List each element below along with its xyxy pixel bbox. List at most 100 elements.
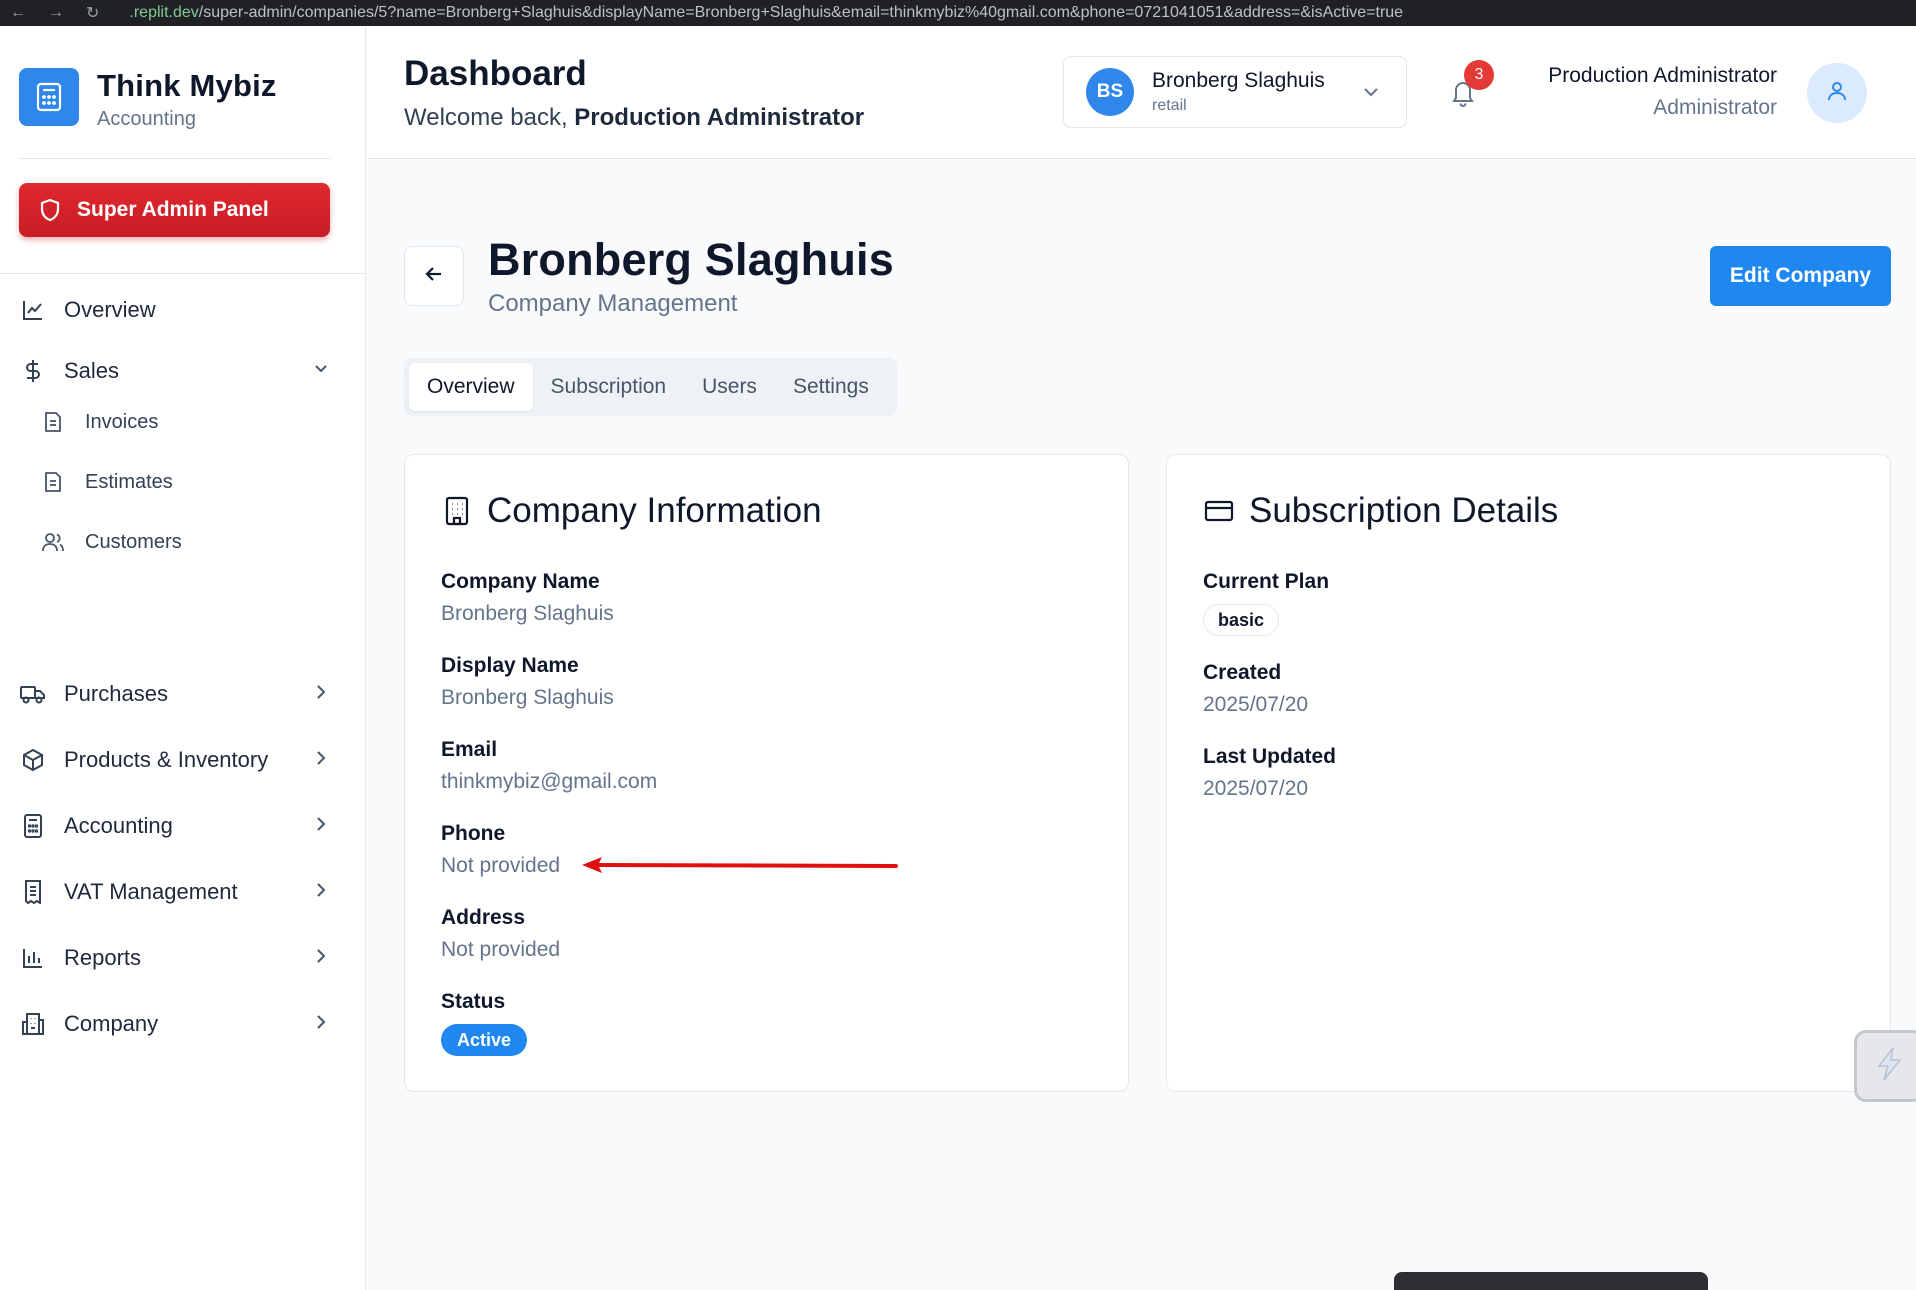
card-title: Company Information bbox=[441, 491, 822, 531]
calculator-logo-icon bbox=[19, 68, 79, 126]
lightning-icon bbox=[1869, 1044, 1909, 1089]
company-name-value: Bronberg Slaghuis bbox=[441, 602, 614, 625]
sidebar-item-label: Accounting bbox=[64, 813, 173, 838]
top-header: Dashboard Welcome back, Production Admin… bbox=[367, 26, 1916, 159]
sidebar-item-label: VAT Management bbox=[64, 879, 238, 904]
subscription-details-title: Subscription Details bbox=[1249, 491, 1559, 530]
page-header-title: Dashboard bbox=[404, 54, 587, 93]
super-admin-panel-label: Super Admin Panel bbox=[77, 198, 269, 221]
brand: Think Mybiz Accounting bbox=[19, 68, 277, 131]
divider bbox=[0, 273, 366, 274]
sidebar-item-label: Company bbox=[64, 1011, 159, 1036]
phone-value: Not provided bbox=[441, 854, 561, 877]
receipt-icon bbox=[19, 878, 47, 906]
field-label: Status bbox=[441, 990, 506, 1013]
card-title: Subscription Details bbox=[1203, 491, 1558, 531]
building-icon bbox=[19, 1010, 47, 1038]
chevron-down-icon bbox=[311, 359, 331, 379]
sidebar-item-label: Estimates bbox=[85, 470, 173, 493]
users-icon bbox=[40, 529, 66, 555]
tab-users[interactable]: Users bbox=[684, 363, 775, 411]
sidebar-item-customers[interactable]: Customers bbox=[40, 522, 330, 562]
company-information-card: Company Information Company Name Bronber… bbox=[404, 454, 1129, 1092]
company-information-title: Company Information bbox=[487, 491, 822, 530]
display-name-value: Bronberg Slaghuis bbox=[441, 686, 614, 709]
calculator-icon bbox=[19, 812, 47, 840]
tab-subscription[interactable]: Subscription bbox=[533, 363, 685, 411]
user-info: Production Administrator Administrator bbox=[1548, 64, 1777, 120]
sidebar-item-products-inventory[interactable]: Products & Inventory bbox=[19, 738, 331, 782]
field-label: Display Name bbox=[441, 654, 579, 677]
credit-card-icon bbox=[1203, 495, 1235, 527]
company-switcher-name: Bronberg Slaghuis bbox=[1152, 69, 1325, 92]
field-label: Email bbox=[441, 738, 498, 761]
bottom-toolbar bbox=[1394, 1272, 1708, 1290]
browser-address-bar: ← → ↻ .replit.dev/super-admin/companies/… bbox=[0, 0, 1916, 26]
sidebar-item-sales[interactable]: Sales bbox=[19, 349, 331, 393]
shield-icon bbox=[39, 198, 61, 222]
field-label: Company Name bbox=[441, 570, 600, 593]
bar-chart-icon bbox=[19, 944, 47, 972]
page-title: Bronberg Slaghuis bbox=[488, 234, 894, 285]
sidebar-item-purchases[interactable]: Purchases bbox=[19, 672, 331, 716]
brand-subtitle: Accounting bbox=[97, 108, 196, 130]
chevron-right-icon bbox=[311, 814, 331, 834]
edit-company-button[interactable]: Edit Company bbox=[1710, 246, 1891, 306]
sidebar-item-invoices[interactable]: Invoices bbox=[40, 402, 330, 442]
chevron-right-icon bbox=[311, 748, 331, 768]
box-icon bbox=[19, 746, 47, 774]
dollar-icon bbox=[19, 357, 47, 385]
tab-settings[interactable]: Settings bbox=[775, 363, 887, 411]
last-updated-value: 2025/07/20 bbox=[1203, 777, 1309, 800]
sidebar-item-overview[interactable]: Overview bbox=[19, 288, 331, 332]
sidebar-item-reports[interactable]: Reports bbox=[19, 936, 331, 980]
sidebar-item-label: Overview bbox=[64, 297, 156, 322]
sidebar-item-accounting[interactable]: Accounting bbox=[19, 804, 331, 848]
page-subtitle: Company Management bbox=[488, 290, 738, 317]
super-admin-panel-button[interactable]: Super Admin Panel bbox=[19, 183, 330, 237]
user-avatar-button[interactable] bbox=[1807, 63, 1867, 123]
company-switcher-type: retail bbox=[1152, 97, 1187, 114]
subscription-details-card: Subscription Details Current Plan basic … bbox=[1166, 454, 1891, 1092]
welcome-text: Welcome back, Production Administrator bbox=[404, 104, 865, 131]
sidebar-item-company[interactable]: Company bbox=[19, 1002, 331, 1046]
sidebar-item-vat-management[interactable]: VAT Management bbox=[19, 870, 331, 914]
status-badge: Active bbox=[441, 1024, 528, 1056]
tab-list: Overview Subscription Users Settings bbox=[404, 358, 897, 416]
email-value: thinkmybiz@gmail.com bbox=[441, 770, 658, 793]
forward-nav-icon[interactable]: → bbox=[48, 4, 64, 22]
tab-overview[interactable]: Overview bbox=[409, 363, 533, 411]
document-icon bbox=[40, 409, 66, 435]
document-icon bbox=[40, 469, 66, 495]
back-nav-icon[interactable]: ← bbox=[10, 4, 26, 22]
field-label: Last Updated bbox=[1203, 745, 1337, 768]
truck-icon bbox=[19, 680, 47, 708]
chevron-right-icon bbox=[311, 880, 331, 900]
sidebar-item-label: Customers bbox=[85, 530, 182, 553]
sidebar-item-label: Products & Inventory bbox=[64, 747, 269, 772]
back-button[interactable] bbox=[404, 246, 464, 306]
chevron-right-icon bbox=[311, 1012, 331, 1032]
welcome-user-name: Production Administrator bbox=[574, 104, 865, 131]
chevron-right-icon bbox=[311, 682, 331, 702]
field-label: Created bbox=[1203, 661, 1282, 684]
reload-icon[interactable]: ↻ bbox=[86, 3, 99, 23]
divider bbox=[19, 158, 331, 159]
plan-badge: basic bbox=[1203, 604, 1280, 636]
sidebar-item-estimates[interactable]: Estimates bbox=[40, 462, 330, 502]
notification-count-badge: 3 bbox=[1464, 60, 1494, 90]
user-icon bbox=[1826, 80, 1848, 107]
created-date-value: 2025/07/20 bbox=[1203, 693, 1309, 716]
field-label: Phone bbox=[441, 822, 506, 845]
address-value: Not provided bbox=[441, 938, 561, 961]
sidebar-item-label: Purchases bbox=[64, 681, 168, 706]
sidebar-item-label: Reports bbox=[64, 945, 142, 970]
annotation-arrow bbox=[582, 857, 898, 873]
url-text[interactable]: .replit.dev/super-admin/companies/5?name… bbox=[129, 4, 1403, 22]
building-icon bbox=[441, 495, 473, 527]
brand-name: Think Mybiz bbox=[97, 68, 277, 103]
line-chart-icon bbox=[19, 296, 47, 324]
floating-assistant-button[interactable] bbox=[1854, 1030, 1916, 1102]
company-switcher[interactable]: BS Bronberg Slaghuis retail bbox=[1063, 56, 1407, 128]
field-label: Current Plan bbox=[1203, 570, 1330, 593]
